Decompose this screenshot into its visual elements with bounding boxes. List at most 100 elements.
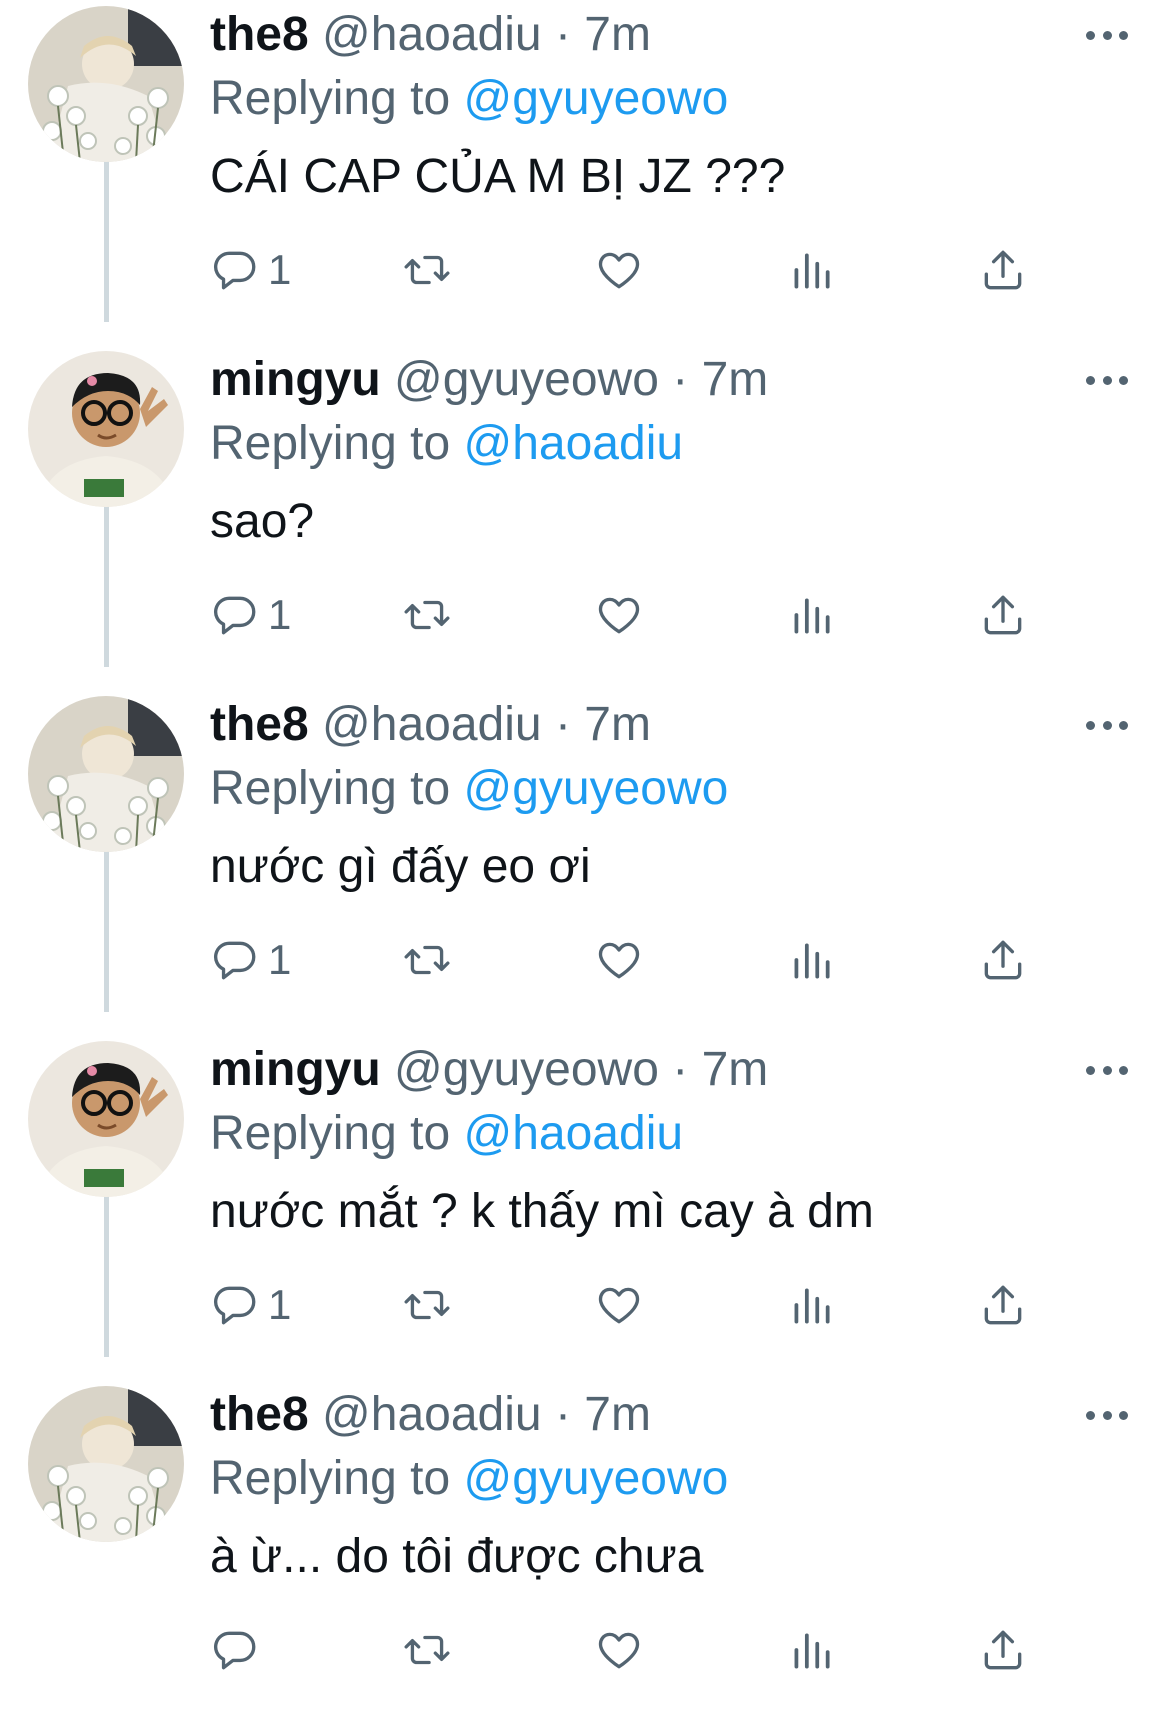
user-handle[interactable]: @gyuyeowo [394,353,659,406]
share-button[interactable] [978,585,1028,645]
separator-dot: · [554,698,571,751]
avatar[interactable] [28,6,184,162]
timestamp[interactable]: 7m [584,698,651,751]
more-icon[interactable] [1086,718,1128,732]
tweet[interactable]: the8 @haoadiu · 7m Replying to @gyuyeowo… [0,690,1168,1035]
separator-dot: · [554,1388,571,1441]
mention-link[interactable]: @haoadiu [463,417,683,470]
user-handle[interactable]: @gyuyeowo [394,1043,659,1096]
share-button[interactable] [978,1275,1028,1335]
reply-button[interactable]: 1 [210,1275,291,1335]
display-name[interactable]: the8 [210,698,309,751]
retweet-button[interactable] [402,585,452,645]
share-button[interactable] [978,240,1028,300]
tweet-text: nước mắt ? k thấy mì cay à dm [210,1185,874,1238]
avatar[interactable] [28,351,184,507]
tweet-text: à ừ... do tôi được chưa [210,1530,704,1583]
more-icon[interactable] [1086,1063,1128,1077]
tweet[interactable]: the8 @haoadiu · 7m Replying to @gyuyeowo… [0,1380,1168,1725]
retweet-button[interactable] [402,930,452,990]
like-icon [598,1632,640,1669]
like-button[interactable] [594,930,644,990]
more-icon[interactable] [1086,373,1128,387]
like-button[interactable] [594,1620,644,1680]
reply-icon [214,251,256,290]
replying-to: Replying to @gyuyeowo [210,68,728,130]
views-icon [794,1288,830,1324]
tweet-actions: 1 [0,1275,1168,1335]
reply-icon [214,1631,256,1670]
retweet-button[interactable] [402,1620,452,1680]
retweet-icon [404,1290,450,1320]
views-icon [794,598,830,634]
views-button[interactable] [786,240,836,300]
views-button[interactable] [786,1620,836,1680]
reply-button[interactable]: 1 [210,585,291,645]
display-name[interactable]: the8 [210,1388,309,1441]
replying-to: Replying to @haoadiu [210,1103,683,1165]
tweet-actions: 1 [0,930,1168,990]
separator-dot: · [554,8,571,61]
reply-count: 1 [268,1281,292,1328]
separator-dot: · [672,353,689,406]
tweet-actions: 1 [0,240,1168,300]
mention-link[interactable]: @gyuyeowo [463,1452,728,1505]
avatar[interactable] [28,696,184,852]
tweet-text: CÁI CAP CỦA M BỊ JZ ??? [210,150,786,203]
like-icon [598,597,640,634]
mention-link[interactable]: @haoadiu [463,1107,683,1160]
views-button[interactable] [786,585,836,645]
views-icon [794,253,830,289]
mention-link[interactable]: @gyuyeowo [463,72,728,125]
tweet-text: sao? [210,495,315,548]
reply-button[interactable]: 1 [210,930,291,990]
user-handle[interactable]: @haoadiu [322,8,542,61]
share-icon [984,1630,1022,1670]
views-button[interactable] [786,1275,836,1335]
replying-to-label: Replying to [210,1107,451,1160]
like-icon [598,1287,640,1324]
user-handle[interactable]: @haoadiu [322,1388,542,1441]
reply-button[interactable]: 1 [210,240,291,300]
display-name[interactable]: mingyu [210,353,381,406]
replying-to: Replying to @haoadiu [210,413,683,475]
avatar-the8-image [28,6,184,162]
like-icon [598,942,640,979]
replying-to-label: Replying to [210,1452,451,1505]
user-handle[interactable]: @haoadiu [322,698,542,751]
like-button[interactable] [594,240,644,300]
more-icon[interactable] [1086,28,1128,42]
mention-link[interactable]: @gyuyeowo [463,762,728,815]
views-icon [794,1633,830,1669]
share-button[interactable] [978,930,1028,990]
replying-to: Replying to @gyuyeowo [210,758,728,820]
timestamp[interactable]: 7m [702,1043,769,1096]
tweet-actions [0,1620,1168,1680]
timestamp[interactable]: 7m [584,1388,651,1441]
retweet-button[interactable] [402,1275,452,1335]
like-button[interactable] [594,1275,644,1335]
timestamp[interactable]: 7m [702,353,769,406]
display-name[interactable]: the8 [210,8,309,61]
avatar[interactable] [28,1041,184,1197]
reply-count: 1 [268,936,292,983]
share-button[interactable] [978,1620,1028,1680]
timestamp[interactable]: 7m [584,8,651,61]
tweet[interactable]: mingyu @gyuyeowo · 7m Replying to @haoad… [0,345,1168,690]
reply-icon [214,596,256,635]
views-icon [794,943,830,979]
display-name[interactable]: mingyu [210,1043,381,1096]
avatar-the8-image [28,696,184,852]
retweet-icon [404,255,450,285]
avatar[interactable] [28,1386,184,1542]
like-icon [598,252,640,289]
views-button[interactable] [786,930,836,990]
tweet[interactable]: mingyu @gyuyeowo · 7m Replying to @haoad… [0,1035,1168,1380]
reply-icon [214,1286,256,1325]
retweet-button[interactable] [402,240,452,300]
reply-button[interactable] [210,1620,268,1680]
tweet[interactable]: the8 @haoadiu · 7m Replying to @gyuyeowo… [0,0,1168,345]
share-icon [984,940,1022,980]
more-icon[interactable] [1086,1408,1128,1422]
like-button[interactable] [594,585,644,645]
